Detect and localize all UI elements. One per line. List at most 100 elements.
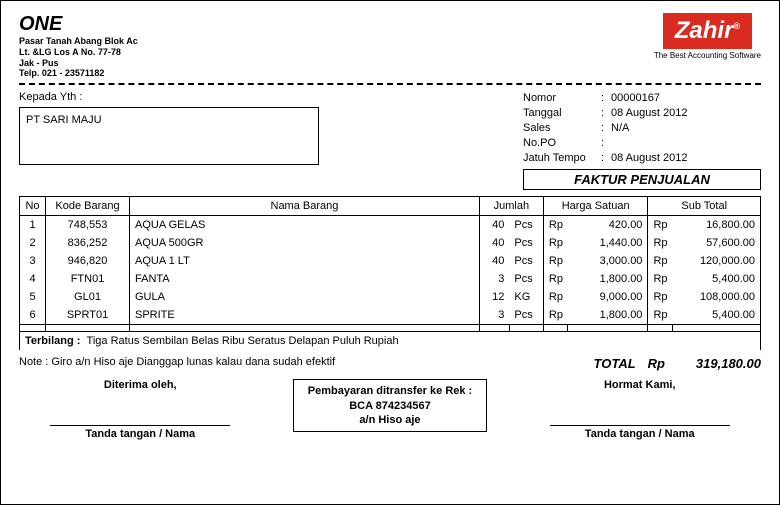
signature-right-label: Hormat Kami,: [550, 379, 730, 391]
cell-cur2: Rp: [648, 216, 673, 235]
cell-harga: 420.00: [568, 216, 648, 235]
cell-kode: SPRT01: [46, 306, 130, 325]
cell-sub: 120,000.00: [673, 252, 761, 270]
company-block: ONE Pasar Tanah Abang Blok Ac Lt. &LG Lo…: [19, 13, 138, 79]
cell-kode: 748,553: [46, 216, 130, 235]
cell-sub: 5,400.00: [673, 270, 761, 288]
cell-sub: 108,000.00: [673, 288, 761, 306]
cell-cur: Rp: [543, 288, 568, 306]
signature-row: Diterima oleh, Tanda tangan / Nama Pemba…: [19, 379, 761, 440]
meta-jt-label: Jatuh Tempo: [523, 151, 601, 166]
payment-line1: Pembayaran ditransfer ke Rek :: [308, 384, 472, 398]
signature-right: Hormat Kami, Tanda tangan / Nama: [550, 379, 730, 440]
cell-cur2: Rp: [648, 234, 673, 252]
terbilang-row: Terbilang : Tiga Ratus Sembilan Belas Ri…: [20, 332, 761, 350]
cell-sub: 5,400.00: [673, 306, 761, 325]
signature-right-line: Tanda tangan / Nama: [550, 425, 730, 440]
cell-qty: 40: [479, 252, 509, 270]
recipient-name: PT SARI MAJU: [26, 114, 102, 126]
cell-harga: 9,000.00: [568, 288, 648, 306]
col-sub: Sub Total: [648, 197, 761, 216]
payment-line2: BCA 874234567: [308, 399, 472, 413]
cell-harga: 3,000.00: [568, 252, 648, 270]
cell-kode: FTN01: [46, 270, 130, 288]
cell-no: 1: [20, 216, 46, 235]
cell-harga: 1,800.00: [568, 306, 648, 325]
cell-qty: 3: [479, 270, 509, 288]
total-value: 319,180.00: [671, 356, 761, 371]
cell-nama: AQUA GELAS: [130, 216, 480, 235]
header: ONE Pasar Tanah Abang Blok Ac Lt. &LG Lo…: [19, 13, 761, 79]
cell-nama: AQUA 1 LT: [130, 252, 480, 270]
meta-nomor: 00000167: [611, 91, 660, 106]
cell-harga: 1,440.00: [568, 234, 648, 252]
company-addr2: Lt. &LG Los A No. 77-78: [19, 47, 138, 58]
cell-cur: Rp: [543, 234, 568, 252]
items-table: No Kode Barang Nama Barang Jumlah Harga …: [19, 196, 761, 332]
col-jumlah: Jumlah: [479, 197, 543, 216]
total-currency: Rp: [648, 356, 665, 371]
cell-nama: SPRITE: [130, 306, 480, 325]
signature-left-line: Tanda tangan / Nama: [50, 425, 230, 440]
meta-tanggal: 08 August 2012: [611, 106, 687, 121]
cell-cur2: Rp: [648, 288, 673, 306]
payment-line3: a/n Hiso aje: [308, 413, 472, 427]
table-row: 2836,252AQUA 500GR40PcsRp1,440.00Rp57,60…: [20, 234, 761, 252]
table-row: 3946,820AQUA 1 LT40PcsRp3,000.00Rp120,00…: [20, 252, 761, 270]
meta-jt: 08 August 2012: [611, 151, 687, 166]
cell-qty: 3: [479, 306, 509, 325]
cell-cur: Rp: [543, 252, 568, 270]
cell-unit: Pcs: [509, 270, 543, 288]
company-tel: Telp. 021 - 23571182: [19, 68, 138, 79]
col-nama: Nama Barang: [130, 197, 480, 216]
cell-kode: 946,820: [46, 252, 130, 270]
col-harga: Harga Satuan: [543, 197, 648, 216]
terbilang-table: Terbilang : Tiga Ratus Sembilan Belas Ri…: [19, 332, 761, 350]
footer-row: Note : Giro a/n Hiso aje Dianggap lunas …: [19, 356, 761, 371]
document-title: FAKTUR PENJUALAN: [523, 169, 761, 190]
cell-nama: FANTA: [130, 270, 480, 288]
cell-harga: 1,800.00: [568, 270, 648, 288]
cell-no: 5: [20, 288, 46, 306]
meta-tanggal-label: Tanggal: [523, 106, 601, 121]
cell-qty: 12: [479, 288, 509, 306]
cell-no: 4: [20, 270, 46, 288]
cell-nama: AQUA 500GR: [130, 234, 480, 252]
company-addr1: Pasar Tanah Abang Blok Ac: [19, 36, 138, 47]
meta-sales-label: Sales: [523, 121, 601, 136]
note: Note : Giro a/n Hiso aje Dianggap lunas …: [19, 356, 335, 371]
terbilang-label: Terbilang :: [25, 335, 80, 347]
recipient-label: Kepada Yth :: [19, 91, 319, 103]
total-label: TOTAL: [594, 356, 636, 371]
cell-nama: GULA: [130, 288, 480, 306]
logo-block: Zahir® The Best Accounting Software: [654, 13, 761, 79]
logo-text: Zahir: [675, 17, 734, 44]
meta-nopo-label: No.PO: [523, 136, 601, 151]
cell-no: 3: [20, 252, 46, 270]
meta-sales: N/A: [611, 121, 629, 136]
cell-cur2: Rp: [648, 270, 673, 288]
total-block: TOTAL Rp 319,180.00: [594, 356, 761, 371]
signature-left-label: Diterima oleh,: [50, 379, 230, 391]
cell-unit: Pcs: [509, 216, 543, 235]
payment-box: Pembayaran ditransfer ke Rek : BCA 87423…: [293, 379, 487, 432]
table-row: 1748,553AQUA GELAS40PcsRp420.00Rp16,800.…: [20, 216, 761, 235]
table-header-row: No Kode Barang Nama Barang Jumlah Harga …: [20, 197, 761, 216]
cell-cur2: Rp: [648, 306, 673, 325]
col-no: No: [20, 197, 46, 216]
cell-kode: GL01: [46, 288, 130, 306]
cell-unit: KG: [509, 288, 543, 306]
col-kode: Kode Barang: [46, 197, 130, 216]
cell-cur: Rp: [543, 216, 568, 235]
meta-block: Nomor:00000167 Tanggal:08 August 2012 Sa…: [523, 91, 761, 190]
cell-no: 6: [20, 306, 46, 325]
recipient-box: PT SARI MAJU: [19, 107, 319, 165]
info-row: Kepada Yth : PT SARI MAJU Nomor:00000167…: [19, 91, 761, 190]
divider: [19, 83, 761, 85]
cell-sub: 57,600.00: [673, 234, 761, 252]
company-addr3: Jak - Pus: [19, 58, 138, 69]
logo: Zahir®: [663, 13, 752, 49]
cell-cur2: Rp: [648, 252, 673, 270]
table-row: 6SPRT01SPRITE3PcsRp1,800.00Rp5,400.00: [20, 306, 761, 325]
table-row: 4FTN01FANTA3PcsRp1,800.00Rp5,400.00: [20, 270, 761, 288]
